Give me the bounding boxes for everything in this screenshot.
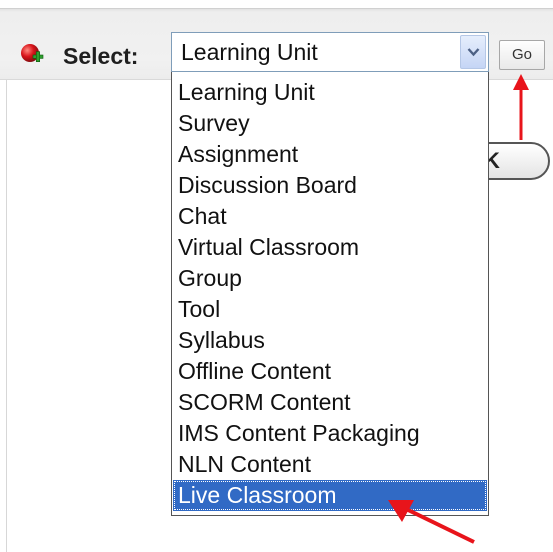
annotation-arrow-live-classroom <box>388 500 475 544</box>
select-option[interactable]: Assignment <box>173 139 487 170</box>
select-option[interactable]: Learning Unit <box>173 77 487 108</box>
select-option[interactable]: Chat <box>173 201 487 232</box>
select-option[interactable]: NLN Content <box>173 449 487 480</box>
select-options-list: Learning Unit Survey Assignment Discussi… <box>171 72 489 516</box>
chevron-down-icon[interactable] <box>460 35 486 69</box>
select-current-value: Learning Unit <box>181 39 318 65</box>
select-option[interactable]: Tool <box>173 294 487 325</box>
select-option[interactable]: Syllabus <box>173 325 487 356</box>
select-option[interactable]: Virtual Classroom <box>173 232 487 263</box>
select-option[interactable]: Offline Content <box>173 356 487 387</box>
select-option[interactable]: Discussion Board <box>173 170 487 201</box>
select-option[interactable]: Group <box>173 263 487 294</box>
select-label: Select: <box>63 43 139 69</box>
content-border <box>6 80 7 552</box>
go-button[interactable]: Go <box>499 40 545 70</box>
select-option[interactable]: Survey <box>173 108 487 139</box>
select-option[interactable]: IMS Content Packaging <box>173 418 487 449</box>
content-type-select[interactable]: Learning Unit <box>171 32 489 72</box>
annotation-arrow-go <box>513 74 529 140</box>
select-option[interactable]: SCORM Content <box>173 387 487 418</box>
add-circle-icon <box>20 42 44 66</box>
